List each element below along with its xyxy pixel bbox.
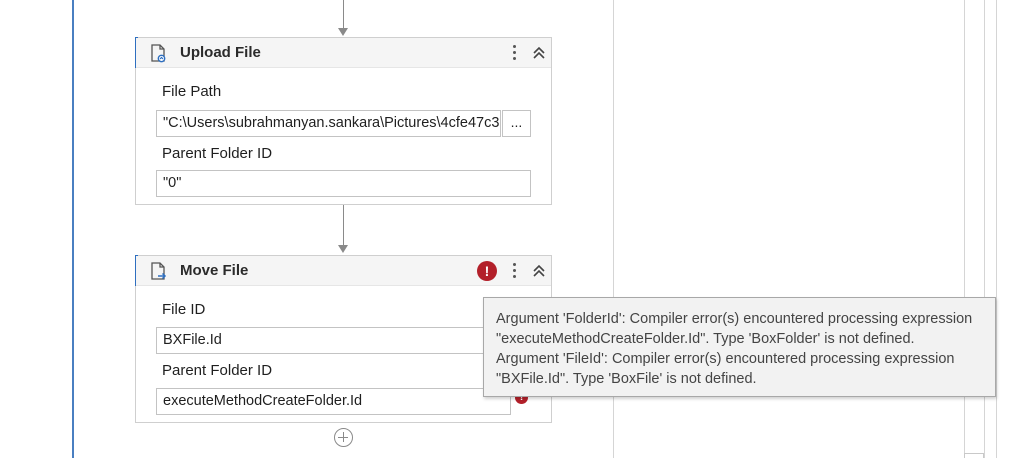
- move-file-icon: [151, 262, 167, 280]
- activity-title: Upload File: [180, 44, 261, 61]
- more-options-icon[interactable]: [508, 261, 520, 281]
- tooltip-line: Argument 'FileId': Compiler error(s) enc…: [496, 351, 955, 367]
- upload-file-activity[interactable]: Upload File File Path "C:\Users\subrahma…: [135, 37, 552, 205]
- add-activity-icon[interactable]: [334, 428, 353, 447]
- upload-file-icon: [151, 44, 166, 63]
- tooltip-line: "BXFile.Id". Type 'BoxFile' is not defin…: [496, 371, 757, 387]
- activity-header[interactable]: Upload File: [136, 38, 551, 68]
- parent-folder-label: Parent Folder ID: [162, 362, 273, 379]
- flow-connector: [343, 205, 344, 245]
- collapse-chevron-icon[interactable]: [530, 262, 548, 280]
- browse-button[interactable]: ...: [502, 110, 531, 137]
- parent-folder-input[interactable]: executeMethodCreateFolder.Id: [156, 388, 511, 415]
- file-path-label: File Path: [162, 83, 222, 100]
- more-options-icon[interactable]: [508, 43, 520, 63]
- file-id-input[interactable]: BXFile.Id: [156, 327, 531, 354]
- panel-edge: [996, 0, 997, 458]
- parent-folder-input[interactable]: "0": [156, 170, 531, 197]
- flow-connector: [343, 0, 344, 28]
- collapse-chevron-icon[interactable]: [530, 44, 548, 62]
- file-id-label: File ID: [162, 301, 206, 318]
- error-icon[interactable]: !: [477, 261, 497, 281]
- activity-title: Move File: [180, 262, 249, 279]
- tooltip-line: "executeMethodCreateFolder.Id". Type 'Bo…: [496, 331, 915, 347]
- parent-folder-label: Parent Folder ID: [162, 145, 273, 162]
- sequence-rail: [72, 0, 74, 458]
- error-tooltip: Argument 'FolderId': Compiler error(s) e…: [483, 297, 996, 397]
- file-path-input[interactable]: "C:\Users\subrahmanyan.sankara\Pictures\…: [156, 110, 501, 137]
- activity-header[interactable]: Move File !: [136, 256, 551, 286]
- flow-arrow: [338, 28, 348, 36]
- workflow-canvas: Upload File File Path "C:\Users\subrahma…: [0, 0, 1010, 458]
- tooltip-line: Argument 'FolderId': Compiler error(s) e…: [496, 311, 973, 327]
- flow-arrow: [338, 245, 348, 253]
- scrollbar-thumb[interactable]: [964, 453, 984, 458]
